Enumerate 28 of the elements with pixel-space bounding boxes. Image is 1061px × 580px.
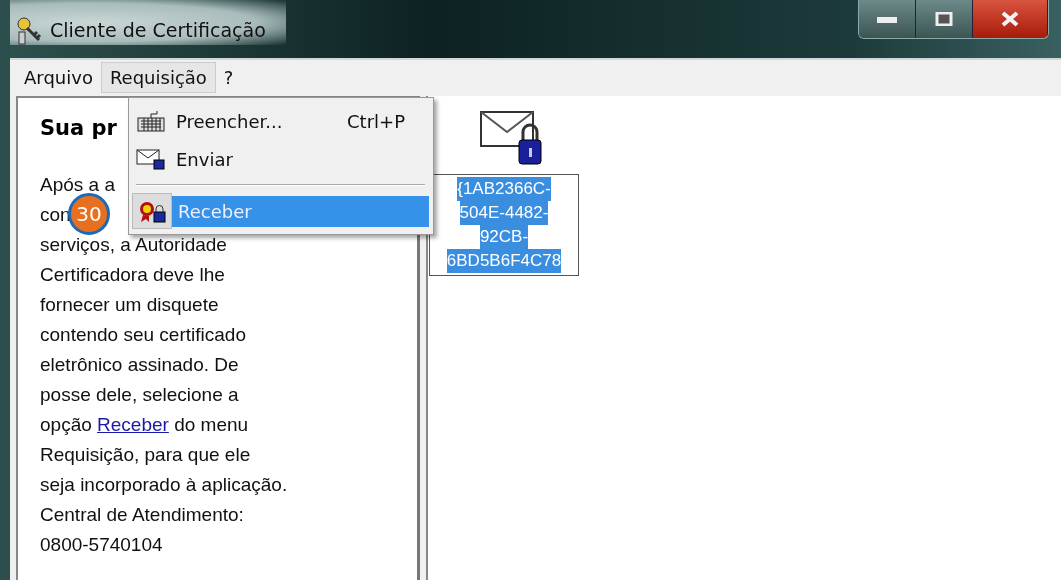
menu-option[interactable]: Enviar	[170, 143, 429, 175]
menu-item[interactable]: Arquivo	[16, 62, 101, 92]
panel-text: posse dele, selecione a	[40, 384, 239, 405]
seal-lock-icon	[137, 199, 167, 223]
panel-text: Requisição, para que ele	[40, 444, 251, 465]
panel-text: seja incorporado à aplicação.	[40, 474, 288, 495]
envelope-lock-icon	[136, 147, 166, 171]
panel-text: contendo seu certificado	[40, 324, 246, 345]
minimize-button[interactable]	[859, 0, 916, 38]
panel-heading: Sua pr	[40, 116, 117, 140]
close-button[interactable]	[973, 0, 1048, 38]
menu-item[interactable]: Requisição	[100, 61, 216, 93]
keyboard-icon	[136, 109, 166, 133]
maximize-button[interactable]	[916, 0, 973, 38]
menu-option[interactable]: Preencher... Ctrl+P	[170, 105, 429, 137]
keys-icon	[14, 15, 44, 45]
panel-text: serviços, a Autoridade	[40, 234, 227, 255]
panel-text: Central de Atendimento:	[40, 504, 244, 525]
panel-text: do menu	[173, 414, 249, 435]
panel-text: 0800-5740104	[40, 534, 163, 555]
link[interactable]: Receber	[97, 414, 169, 435]
panel-text: Após a a	[40, 174, 115, 195]
panel-text: fornecer um disquete	[40, 294, 219, 315]
panel-text: Certificadora deve lhe	[40, 264, 225, 285]
panel-text: opção	[40, 414, 93, 435]
panel-text: eletrônico assinado. De	[40, 354, 239, 375]
window-title: Cliente de Certificação	[50, 19, 267, 41]
menu-item[interactable]: ?	[215, 62, 242, 92]
